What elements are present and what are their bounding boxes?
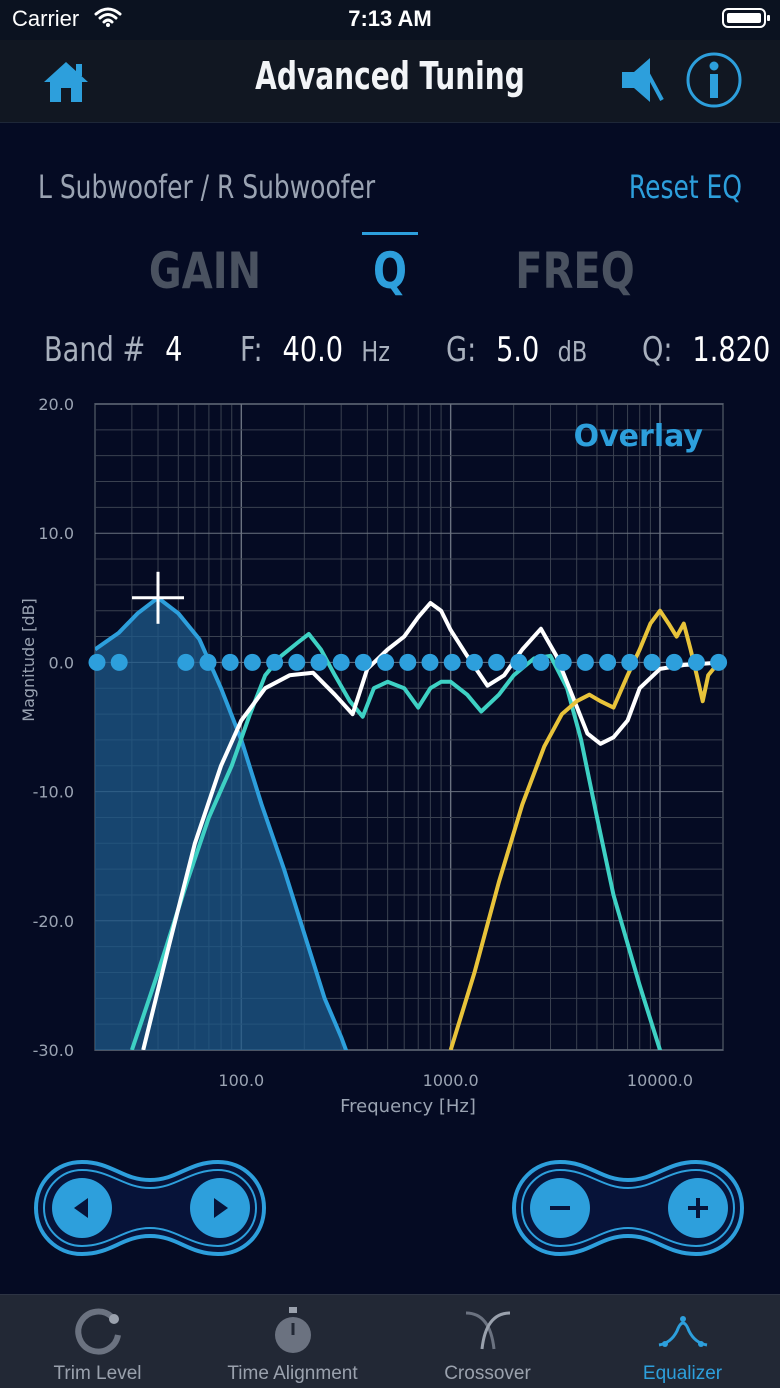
freq-param: F: 40.0 Hz: [240, 330, 390, 370]
eq-band-dot: [266, 653, 284, 671]
y-tick-label: -30.0: [33, 1041, 74, 1060]
bottom-tab-bar: Trim Level Time Alignment Crossover Equa…: [0, 1294, 780, 1388]
eq-band-dot: [488, 653, 506, 671]
speaker-icon[interactable]: [618, 52, 666, 108]
param-tabs: GAIN Q FREQ: [0, 230, 780, 310]
y-tick-labels: 20.0 10.0 0.0 -10.0 -20.0 -30.0: [33, 395, 74, 1060]
freq-unit: Hz: [361, 335, 390, 368]
x-axis-label: Frequency [Hz]: [340, 1096, 476, 1117]
active-tab-indicator: [362, 232, 418, 235]
eq-chart-svg[interactable]: Overlay 20.0 10.0 0.0 -10.0 -20.0 -30.0 100.0…: [0, 390, 780, 1130]
clock: 7:13 AM: [348, 6, 432, 31]
page-title: Advanced Tuning: [255, 54, 525, 98]
eq-band-dot: [332, 653, 350, 671]
band-value: 4: [165, 330, 183, 370]
info-icon[interactable]: [686, 52, 742, 108]
y-axis-label: Magnitude [dB]: [19, 598, 38, 721]
equalizer-icon: [658, 1316, 708, 1347]
triangle-left-icon: [74, 1198, 88, 1218]
eq-band-dot: [199, 653, 217, 671]
minus-icon: [550, 1206, 570, 1210]
y-tick-label: 0.0: [49, 653, 74, 672]
x-tick-label: 10000.0: [627, 1071, 693, 1090]
reset-eq-button[interactable]: Reset EQ: [629, 168, 742, 206]
tab-label: Equalizer: [642, 1363, 723, 1384]
eq-band-dot: [377, 653, 395, 671]
y-tick-label: -20.0: [33, 912, 74, 931]
eq-band-dot: [354, 653, 372, 671]
tab-trim-level[interactable]: Trim Level: [0, 1295, 195, 1388]
eq-chart[interactable]: Overlay 20.0 10.0 0.0 -10.0 -20.0 -30.0 100.0…: [0, 390, 780, 1134]
tab-time-alignment[interactable]: Time Alignment: [195, 1295, 390, 1388]
tab-equalizer[interactable]: Equalizer: [585, 1295, 780, 1388]
eq-band-dot: [288, 653, 306, 671]
eq-band-dot: [177, 653, 195, 671]
eq-band-dot: [443, 653, 461, 671]
eq-band-dot: [687, 653, 705, 671]
trim-knob-icon: [75, 1308, 121, 1355]
prev-band-button[interactable]: [52, 1178, 112, 1238]
q-label: Q:: [642, 330, 673, 370]
freq-value: 40.0: [282, 330, 344, 370]
stopwatch-icon: [275, 1307, 311, 1353]
status-bar: Carrier 7:13 AM: [0, 0, 780, 40]
tab-label: Time Alignment: [227, 1363, 358, 1384]
gain-unit: dB: [557, 335, 588, 368]
crossover-icon: [465, 1311, 511, 1350]
eq-band-dots: [88, 653, 728, 671]
eq-band-dot: [465, 653, 483, 671]
tab-label: Crossover: [444, 1363, 531, 1384]
freq-label: F:: [240, 330, 263, 370]
tab-gain[interactable]: GAIN: [125, 242, 285, 300]
x-tick-labels: 100.0 1000.0 10000.0: [218, 1071, 693, 1090]
tab-crossover[interactable]: Crossover: [390, 1295, 585, 1388]
gain-value: 5.0: [496, 330, 540, 370]
band-param: Band # 4: [44, 330, 182, 370]
eq-band-dot: [510, 653, 528, 671]
x-tick-label: 100.0: [218, 1071, 264, 1090]
eq-band-dot: [576, 653, 594, 671]
eq-band-dot: [421, 653, 439, 671]
eq-band-dot: [399, 653, 417, 671]
tab-label: Trim Level: [53, 1363, 142, 1384]
q-value: 1.820: [692, 330, 771, 370]
band-label: Band #: [44, 330, 146, 370]
gain-param: G: 5.0 dB: [446, 330, 587, 370]
eq-band-dot: [621, 653, 639, 671]
eq-band-dot: [554, 653, 572, 671]
y-tick-label: 10.0: [38, 524, 74, 543]
band-params: Band # 4 F: 40.0 Hz G: 5.0 dB Q: 1.820: [0, 330, 780, 380]
eq-band-dot: [110, 653, 128, 671]
eq-band-dot: [599, 653, 617, 671]
band-nav-control: [32, 1158, 268, 1258]
eq-band-dot: [243, 653, 261, 671]
x-tick-label: 1000.0: [423, 1071, 479, 1090]
eq-band-dot: [643, 653, 661, 671]
q-param: Q: 1.820: [642, 330, 770, 370]
tab-q[interactable]: Q: [310, 242, 470, 300]
eq-band-dot: [310, 653, 328, 671]
overlay-button[interactable]: Overlay: [574, 419, 704, 454]
eq-band-dot: [532, 653, 550, 671]
battery-icon: [722, 8, 770, 28]
eq-band-dot: [665, 653, 683, 671]
eq-band-dot: [710, 653, 728, 671]
decrement-button[interactable]: [530, 1178, 590, 1238]
y-tick-label: -10.0: [33, 783, 74, 802]
next-band-button[interactable]: [190, 1178, 250, 1238]
eq-band-dot: [88, 653, 106, 671]
plus-icon: [688, 1198, 708, 1218]
nav-bar: Advanced Tuning: [0, 40, 780, 123]
gain-label: G:: [446, 330, 477, 370]
increment-button[interactable]: [668, 1178, 728, 1238]
tab-freq[interactable]: FREQ: [495, 242, 655, 300]
triangle-right-icon: [214, 1198, 228, 1218]
y-tick-label: 20.0: [38, 395, 74, 414]
value-stepper-control: [510, 1158, 746, 1258]
eq-band-dot: [221, 653, 239, 671]
channel-label: L Subwoofer / R Subwoofer: [38, 168, 376, 206]
